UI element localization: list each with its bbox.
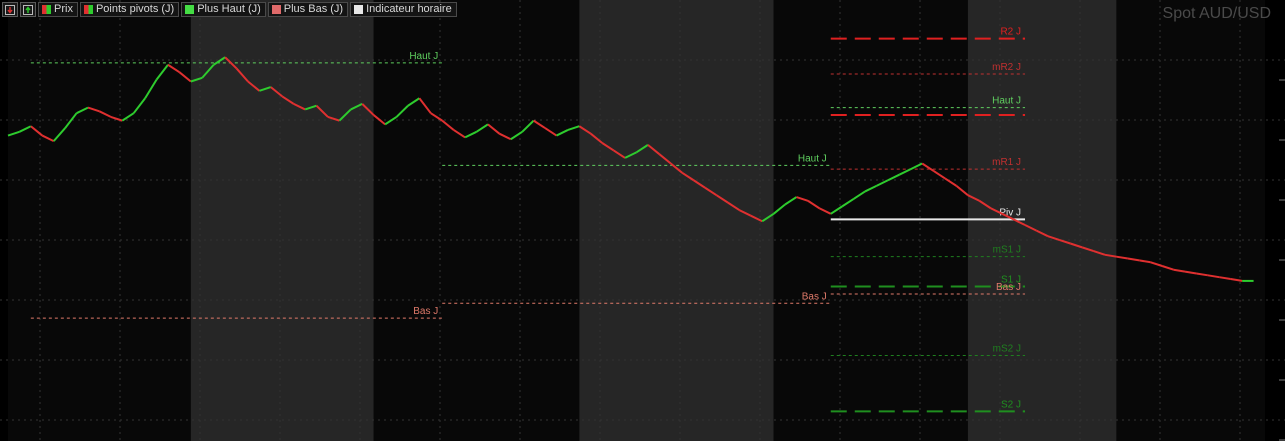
chart-toolbar: Prix Points pivots (J) Plus Haut (J) Plu…: [2, 2, 457, 17]
legend-indicateur-horaire[interactable]: Indicateur horaire: [350, 2, 457, 17]
pivot-level-label: Bas J: [996, 282, 1021, 293]
legend-swatch: [354, 5, 364, 14]
legend-label: Prix: [54, 3, 73, 15]
pivot-level-label: S2 J: [1001, 399, 1021, 410]
legend-swatch: [271, 5, 281, 14]
legend-label: Plus Haut (J): [197, 3, 261, 15]
legend-swatch: [83, 5, 93, 14]
pivot-level-label: R2 J: [1000, 27, 1021, 38]
legend-label: Indicateur horaire: [366, 3, 452, 15]
down-arrow-icon[interactable]: [2, 2, 18, 17]
session-band: [773, 0, 968, 441]
daily-level-label: Haut J: [798, 153, 827, 164]
session-band: [8, 0, 191, 441]
session-band: [579, 0, 774, 441]
pivot-level-label: mR1 J: [992, 157, 1021, 168]
legend-label: Plus Bas (J): [283, 3, 344, 15]
pivot-level-label: mS1 J: [993, 245, 1021, 256]
chart-title: Spot AUD/USD: [1162, 5, 1271, 22]
pivot-level-label: mS2 J: [993, 343, 1021, 354]
daily-level-label: Bas J: [802, 291, 827, 302]
legend-plus-haut[interactable]: Plus Haut (J): [181, 2, 266, 17]
legend-label: Points pivots (J): [95, 3, 175, 15]
session-band: [373, 0, 580, 441]
session-band: [1116, 0, 1265, 441]
legend-swatch: [42, 5, 51, 14]
legend-swatch: [185, 5, 195, 14]
pivot-level-label: mR2 J: [992, 62, 1021, 73]
session-band: [967, 0, 1117, 441]
legend-prix[interactable]: Prix: [38, 2, 78, 17]
pivot-level-label: Haut J: [992, 96, 1021, 107]
daily-level-label: Bas J: [413, 306, 438, 317]
chart-canvas[interactable]: Haut J Bas J Haut J Bas J R2 J mR2 J Haut J mR1…: [0, 0, 1285, 441]
legend-points-pivots[interactable]: Points pivots (J): [79, 2, 180, 17]
daily-level-label: Haut J: [409, 51, 438, 62]
chart-area[interactable]: Haut J Bas J Haut J Bas J R2 J mR2 J Haut J mR1…: [0, 0, 1285, 441]
up-arrow-icon[interactable]: [20, 2, 36, 17]
legend-plus-bas[interactable]: Plus Bas (J): [267, 2, 349, 17]
session-band: [190, 0, 374, 441]
